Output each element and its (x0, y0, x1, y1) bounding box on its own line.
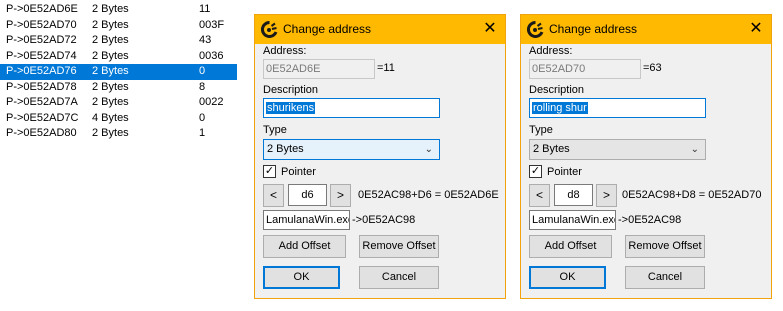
address-type: 2 Bytes (92, 3, 129, 15)
offset-increment-button[interactable]: > (330, 184, 351, 207)
description-field[interactable]: rolling shur (529, 98, 706, 118)
address-description: P->0E52AD76 (6, 65, 77, 77)
type-dropdown-value: 2 Bytes (533, 143, 570, 155)
address-type: 4 Bytes (92, 111, 129, 124)
offset-expression: 0E52AC98+D6 = 0E52AD6E (358, 189, 499, 201)
dialog-titlebar[interactable]: Change address ✕ (255, 15, 505, 44)
address-description: P->0E52AD74 (6, 49, 77, 62)
dialog-titlebar[interactable]: Change address ✕ (521, 15, 771, 44)
close-icon[interactable]: ✕ (741, 15, 771, 44)
address-type: 2 Bytes (92, 65, 129, 77)
offset-expression: 0E52AC98+D8 = 0E52AD70 (622, 189, 762, 201)
address-type: 2 Bytes (92, 127, 129, 139)
change-address-dialog: Change address ✕ Address: 0E52AD70 =63 D… (520, 14, 772, 299)
pointer-checkbox[interactable]: ✓ (529, 165, 542, 178)
type-label: Type (263, 124, 287, 136)
address-row[interactable]: P->0E52AD72 2 Bytes 43 (0, 33, 237, 49)
dialog-title: Change address (283, 22, 372, 36)
address-description: P->0E52AD7C (6, 111, 79, 124)
address-row[interactable]: P->0E52AD6E 2 Bytes 11 (0, 2, 237, 18)
description-selected-text: shurikens (266, 102, 316, 114)
type-dropdown-value: 2 Bytes (267, 143, 304, 155)
address-value: 0022 (199, 96, 224, 108)
address-type: 2 Bytes (92, 96, 129, 108)
dialog-title: Change address (549, 22, 638, 36)
cancel-button[interactable]: Cancel (359, 266, 439, 289)
address-description: P->0E52AD72 (6, 34, 77, 46)
base-address-result: ->0E52AC98 (352, 214, 416, 226)
pointer-label: Pointer (547, 166, 582, 178)
description-label: Description (263, 84, 319, 96)
address-row[interactable]: P->0E52AD74 2 Bytes 0036 (0, 49, 237, 65)
offset-increment-button[interactable]: > (596, 184, 617, 207)
address-description: P->0E52AD70 (6, 18, 77, 31)
address-value: 43 (199, 34, 212, 46)
remove-offset-button[interactable]: Remove Offset (625, 235, 705, 258)
address-list: P->0E52AD6E 2 Bytes 11 P->0E52AD70 2 Byt… (0, 2, 237, 142)
address-value: 1 (199, 127, 206, 139)
address-value: 003F (199, 18, 225, 31)
chevron-down-icon: ⌄ (424, 144, 433, 155)
address-row[interactable]: P->0E52AD70 2 Bytes 003F (0, 18, 237, 34)
cancel-button[interactable]: Cancel (625, 266, 705, 289)
address-label: Address: (263, 45, 307, 57)
address-field[interactable]: 0E52AD70 (529, 59, 641, 79)
pointer-label: Pointer (281, 166, 316, 178)
type-dropdown[interactable]: 2 Bytes ⌄ (529, 139, 706, 160)
add-offset-button[interactable]: Add Offset (529, 235, 612, 258)
address-row[interactable]: P->0E52AD80 2 Bytes 1 (0, 126, 237, 142)
change-address-dialog: Change address ✕ Address: 0E52AD6E =11 D… (254, 14, 506, 299)
address-value: 8 (199, 80, 206, 93)
address-type: 2 Bytes (92, 18, 129, 31)
pointer-checkbox-row[interactable]: ✓ Pointer (263, 164, 343, 180)
address-type: 2 Bytes (92, 49, 129, 62)
address-label: Address: (529, 45, 573, 57)
description-field[interactable]: shurikens (263, 98, 440, 118)
address-value: 0 (199, 111, 206, 124)
description-selected-text: rolling shur (532, 102, 588, 114)
offset-field[interactable]: d8 (554, 184, 593, 206)
offset-decrement-button[interactable]: < (263, 184, 284, 207)
remove-offset-button[interactable]: Remove Offset (359, 235, 439, 258)
address-row[interactable]: P->0E52AD78 2 Bytes 8 (0, 80, 237, 96)
address-row-selected[interactable]: P->0E52AD76 2 Bytes 0 (0, 64, 237, 80)
offset-decrement-button[interactable]: < (529, 184, 550, 207)
ok-button[interactable]: OK (263, 266, 340, 289)
address-description: P->0E52AD7A (6, 96, 78, 108)
address-row[interactable]: P->0E52AD7C 4 Bytes 0 (0, 111, 237, 127)
close-icon[interactable]: ✕ (475, 15, 505, 44)
type-dropdown[interactable]: 2 Bytes ⌄ (263, 139, 440, 160)
pointer-checkbox[interactable]: ✓ (263, 165, 276, 178)
address-row[interactable]: P->0E52AD7A 2 Bytes 0022 (0, 95, 237, 111)
base-address-result: ->0E52AC98 (618, 214, 682, 226)
address-field[interactable]: 0E52AD6E (263, 59, 375, 79)
cheat-engine-icon (261, 21, 278, 38)
cheat-engine-icon (527, 21, 544, 38)
pointer-checkbox-row[interactable]: ✓ Pointer (529, 164, 609, 180)
address-value: 0036 (199, 49, 224, 62)
add-offset-button[interactable]: Add Offset (263, 235, 346, 258)
address-description: P->0E52AD78 (6, 80, 77, 93)
address-type: 2 Bytes (92, 80, 129, 93)
base-address-field[interactable]: LamulanaWin.exe (263, 210, 350, 230)
type-label: Type (529, 124, 553, 136)
address-type: 2 Bytes (92, 34, 129, 46)
address-description: P->0E52AD6E (6, 3, 78, 15)
offset-field[interactable]: d6 (288, 184, 327, 206)
description-label: Description (529, 84, 585, 96)
base-address-field[interactable]: LamulanaWin.exe (529, 210, 616, 230)
ok-button[interactable]: OK (529, 266, 606, 289)
address-result: =63 (643, 62, 662, 74)
address-value: 0 (199, 65, 206, 77)
address-description: P->0E52AD80 (6, 127, 77, 139)
address-result: =11 (377, 62, 395, 74)
chevron-down-icon: ⌄ (690, 144, 699, 155)
address-value: 11 (199, 3, 211, 15)
